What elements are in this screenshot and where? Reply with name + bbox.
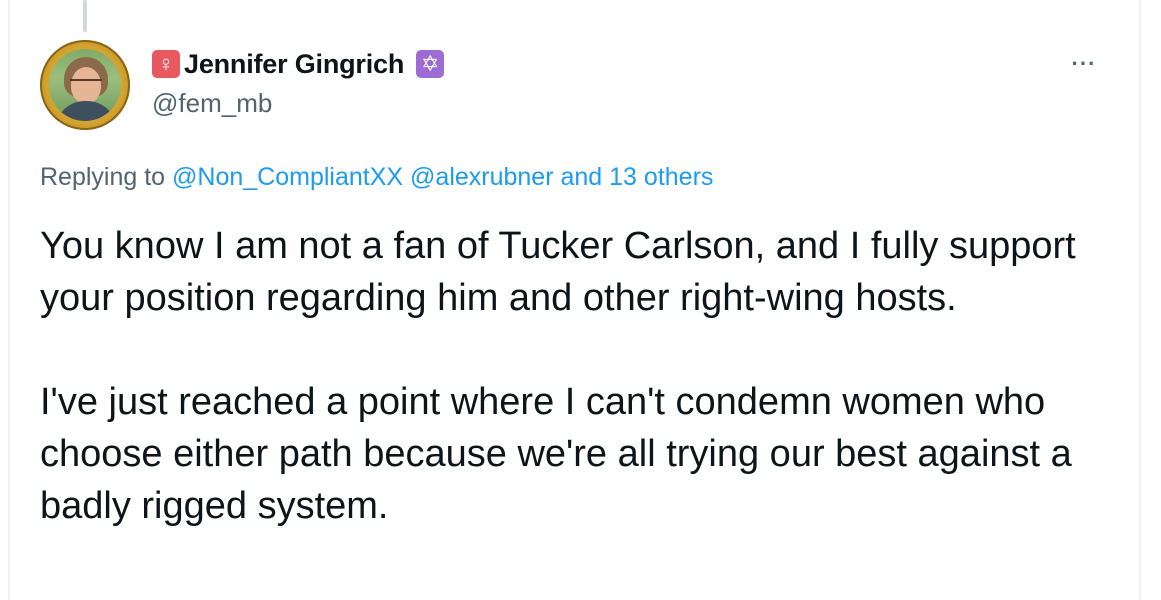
author-display-name[interactable]: Jennifer Gingrich (184, 49, 404, 80)
star-of-david-icon: ✡ (416, 50, 445, 78)
author-handle[interactable]: @fem_mb (152, 88, 272, 119)
card-right-border (1139, 0, 1141, 600)
author-name-row[interactable]: ♀ Jennifer Gingrich ✡ (152, 47, 445, 81)
tweet-body: You know I am not a fan of Tucker Carlso… (40, 220, 1130, 532)
avatar[interactable] (40, 40, 130, 130)
replying-to-label: Replying to (40, 163, 166, 191)
tweet-card: ♀ Jennifer Gingrich ✡ @fem_mb ··· Replyi… (0, 0, 1161, 600)
replying-to-line: Replying to @Non_CompliantXX @alexrubner… (40, 163, 713, 192)
and-others-link[interactable]: and 13 others (561, 163, 714, 191)
card-left-border (8, 0, 10, 600)
more-options-button[interactable]: ··· (1062, 50, 1106, 78)
thread-connector-line (83, 0, 87, 32)
mention-link-alexrubner[interactable]: @alexrubner (410, 163, 554, 191)
profile-photo-icon (49, 49, 121, 121)
mention-link-non-compliantxx[interactable]: @Non_CompliantXX (172, 163, 403, 191)
tweet-paragraph-2: I've just reached a point where I can't … (40, 381, 1072, 527)
tweet-paragraph-1: You know I am not a fan of Tucker Carlso… (40, 225, 1076, 319)
female-symbol-icon: ♀ (152, 50, 180, 78)
